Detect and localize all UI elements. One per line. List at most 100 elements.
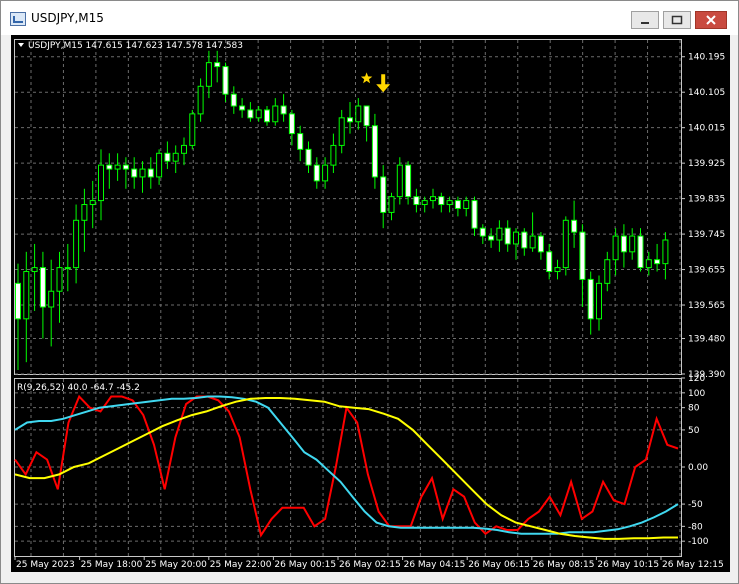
- candle-body: [496, 227, 503, 241]
- candle-body: [214, 62, 221, 68]
- indicator-series-line: [14, 397, 678, 540]
- minimize-button[interactable]: [631, 11, 659, 29]
- candle-body: [297, 133, 304, 150]
- candle-body: [637, 235, 644, 269]
- candle-body: [114, 164, 121, 170]
- candle-body: [654, 259, 661, 265]
- candle-body: [537, 235, 544, 253]
- chart-window: USDJPY,M15 140.195 140.105 140.015 139.925 1…: [0, 0, 739, 584]
- candle-body: [255, 109, 262, 119]
- candle-body: [181, 144, 187, 154]
- candle-body: [405, 164, 412, 198]
- chart-menu-triangle-icon: [18, 43, 24, 47]
- candle-body: [147, 168, 154, 178]
- chart-canvas[interactable]: 140.195 140.105 140.015 139.925 139.835 139.7…: [11, 35, 730, 572]
- candle-body: [596, 282, 602, 320]
- candle-body: [620, 235, 627, 253]
- candle-body: [421, 200, 428, 206]
- price-tick-label: 139.655: [688, 266, 725, 276]
- candle-body: [89, 200, 96, 206]
- candle-body: [122, 164, 129, 170]
- candle-body: [662, 239, 669, 265]
- time-tick-label: 26 May 02:15: [339, 560, 401, 570]
- candle-body: [430, 196, 436, 202]
- time-tick-label: 25 May 18:00: [81, 560, 143, 570]
- candle-body: [230, 93, 237, 107]
- candle-body: [172, 152, 179, 162]
- candle-body: [15, 282, 21, 320]
- title-bar[interactable]: USDJPY,M15: [1, 1, 738, 35]
- candle-body: [106, 164, 113, 170]
- time-tick-label: 26 May 08:15: [533, 560, 595, 570]
- chart-window-icon: [10, 12, 26, 26]
- candle-body: [139, 168, 146, 178]
- price-tick-label: 140.195: [688, 53, 725, 63]
- price-tick-label: 139.925: [688, 159, 725, 169]
- indicator-tick-label: 100: [688, 389, 705, 399]
- candle-body: [529, 235, 536, 249]
- maximize-button[interactable]: [663, 11, 691, 29]
- candle-body: [363, 105, 370, 127]
- candle-body: [446, 200, 453, 206]
- candle-body: [554, 267, 561, 273]
- chart-symbol-header: USDJPY,M15 147.615 147.623 147.578 147.5…: [28, 41, 243, 51]
- candle-body: [604, 259, 611, 284]
- candle-body: [454, 200, 461, 209]
- candle-body: [272, 105, 279, 123]
- candle-body: [222, 66, 229, 95]
- indicator-tick-label: 50: [688, 426, 700, 436]
- candle-body: [31, 267, 38, 273]
- candle-body: [521, 231, 528, 249]
- candle-body: [156, 152, 163, 178]
- candle-body: [629, 235, 636, 253]
- candle-body: [471, 200, 478, 229]
- candle-body: [205, 62, 212, 87]
- candle-body: [479, 227, 486, 237]
- candle-body: [347, 117, 353, 123]
- candle-body: [546, 251, 553, 273]
- candle-body: [571, 219, 578, 233]
- indicator-tick-label: -100: [688, 537, 709, 547]
- candle-body: [413, 196, 420, 206]
- time-tick-label: 25 May 2023: [16, 560, 75, 570]
- close-button[interactable]: [695, 11, 727, 29]
- candle-body: [504, 227, 511, 245]
- candle-body: [513, 231, 519, 245]
- candle-body: [39, 267, 46, 308]
- candle-body: [280, 105, 287, 115]
- indicator-series-line: [14, 394, 679, 538]
- candle-body: [371, 125, 378, 178]
- time-tick-label: 25 May 20:00: [145, 560, 207, 570]
- candle-body: [313, 164, 320, 182]
- chart-area[interactable]: 140.195 140.105 140.015 139.925 139.835 139.7…: [11, 35, 730, 572]
- indicator-tick-label: -80: [688, 522, 703, 532]
- candle-body: [355, 105, 362, 123]
- candle-body: [239, 105, 246, 111]
- candle-body: [396, 164, 403, 198]
- indicator-series-line: [14, 395, 679, 535]
- candle-body: [438, 196, 445, 206]
- candle-body: [64, 267, 71, 270]
- window-title: USDJPY,M15: [31, 11, 104, 25]
- candle-body: [164, 152, 171, 162]
- candle-body: [612, 235, 619, 261]
- candle-body: [73, 219, 80, 269]
- star-marker-icon: [360, 72, 373, 84]
- candle-body: [388, 196, 395, 213]
- candle-body: [305, 148, 312, 166]
- candle-body: [579, 231, 586, 280]
- candle-body: [247, 109, 254, 119]
- price-tick-label: 139.745: [688, 230, 725, 240]
- candle-body: [131, 168, 138, 178]
- candle-body: [322, 164, 329, 182]
- candle-body: [23, 271, 30, 320]
- price-tick-label: 140.105: [688, 88, 725, 98]
- candle-body: [330, 144, 337, 166]
- candle-body: [264, 109, 270, 123]
- minimize-icon: [641, 22, 649, 24]
- indicator-tick-label: 0.00: [688, 463, 708, 473]
- candle-body: [338, 117, 345, 146]
- time-tick-label: 25 May 22:00: [210, 560, 272, 570]
- candle-body: [98, 164, 104, 202]
- price-tick-label: 139.565: [688, 301, 725, 311]
